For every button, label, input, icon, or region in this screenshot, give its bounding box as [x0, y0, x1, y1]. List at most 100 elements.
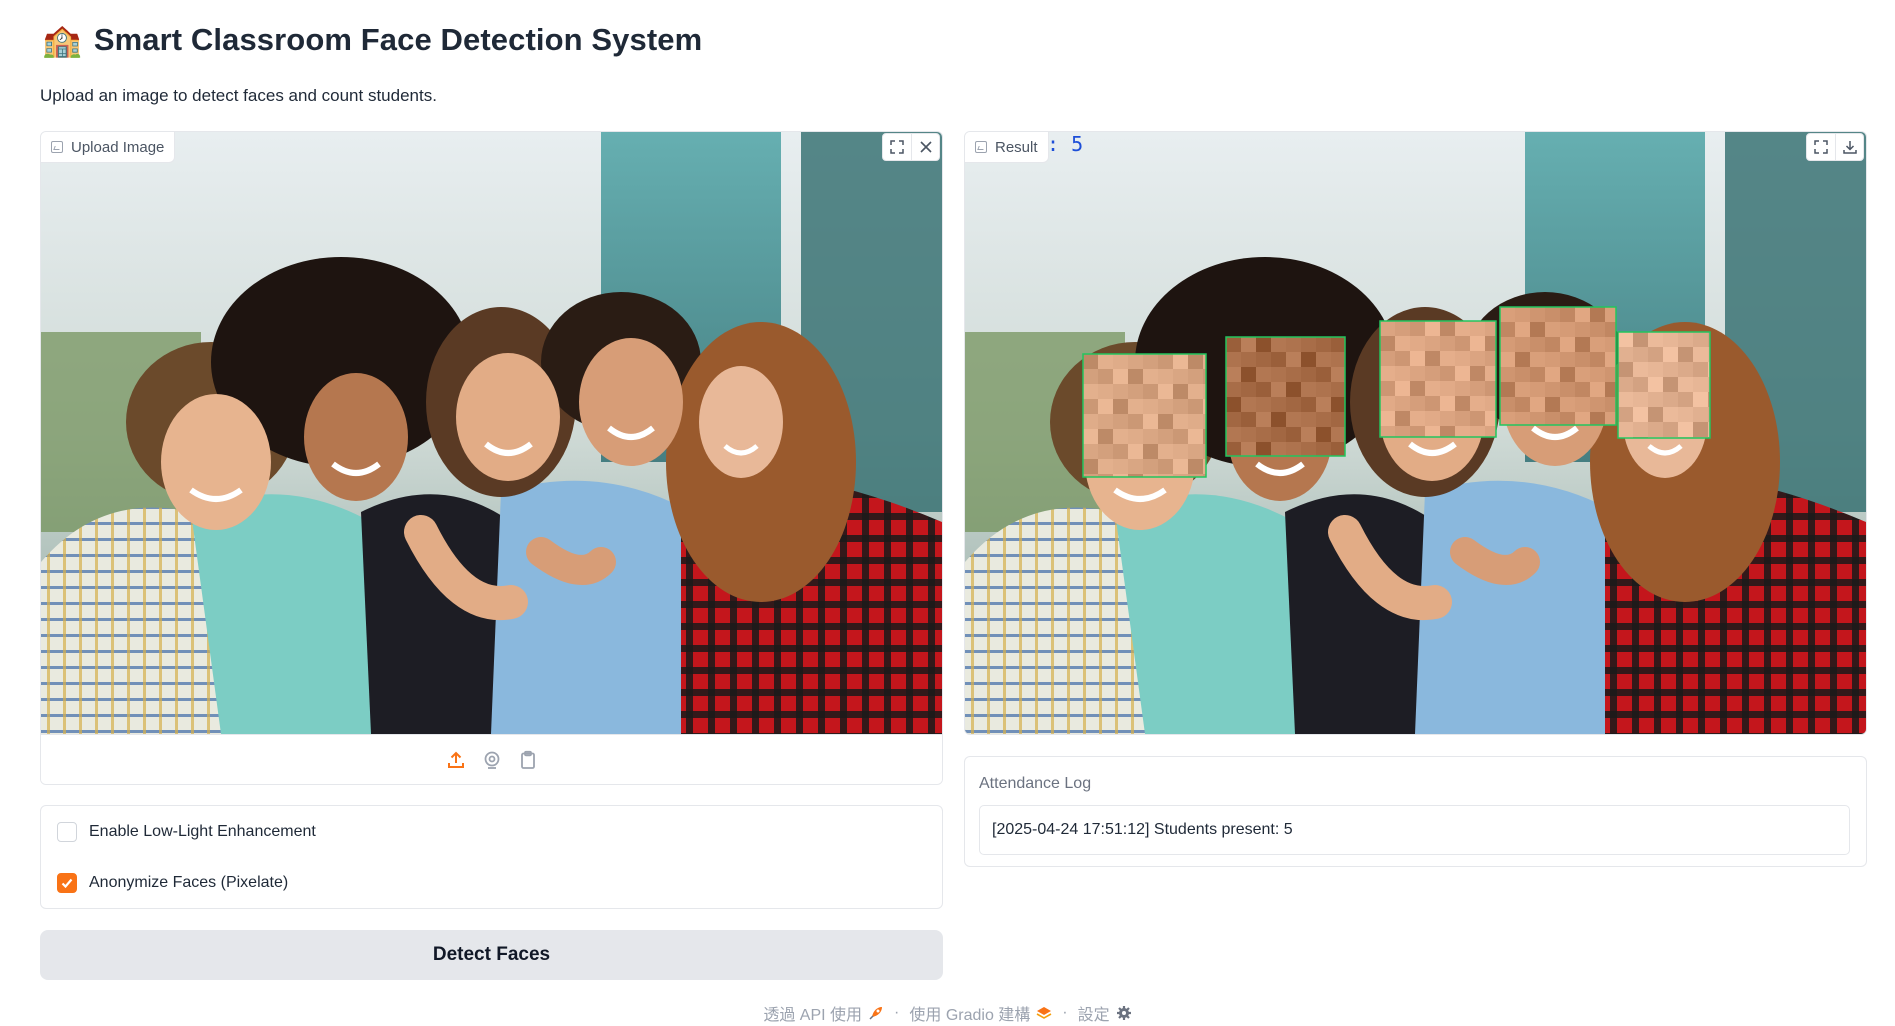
pixel-block	[1455, 336, 1470, 351]
pixel-block	[1663, 377, 1678, 392]
pixel-block	[1500, 412, 1515, 425]
pixel-block	[1455, 381, 1470, 396]
pixel-block	[1143, 459, 1158, 474]
pixel-block	[1470, 396, 1485, 411]
pixel-block	[1545, 382, 1560, 397]
pixel-block	[1188, 414, 1203, 429]
pixel-block	[1560, 337, 1575, 352]
pixel-block	[1380, 366, 1395, 381]
pixel-block	[1128, 444, 1143, 459]
settings-link[interactable]: 設定	[1078, 1001, 1132, 1025]
attendance-log-field[interactable]: [2025-04-24 17:51:12] Students present: …	[979, 805, 1850, 855]
pixel-block	[1648, 362, 1663, 377]
webcam-source-button[interactable]	[480, 748, 504, 772]
pixel-block	[1485, 381, 1496, 396]
pixel-block	[1605, 337, 1616, 352]
pixel-block	[1083, 399, 1098, 414]
pixel-block	[1241, 412, 1256, 427]
pixel-block	[1113, 459, 1128, 474]
upload-image-panel[interactable]: Upload Image	[40, 131, 943, 785]
low-light-label: Enable Low-Light Enhancement	[89, 823, 316, 840]
pixel-block	[1410, 336, 1425, 351]
pixel-block	[1678, 377, 1693, 392]
use-via-api-link[interactable]: 透過 API 使用	[763, 1001, 884, 1025]
pixel-block	[1226, 367, 1241, 382]
pixel-block	[1316, 412, 1331, 427]
pixel-block	[1470, 381, 1485, 396]
pixel-block	[1410, 426, 1425, 437]
attendance-log-panel: Attendance Log [2025-04-24 17:51:12] Stu…	[964, 756, 1867, 867]
image-icon	[975, 141, 987, 153]
download-icon	[1842, 141, 1857, 154]
fullscreen-icon	[1814, 140, 1828, 154]
pixel-block	[1633, 362, 1648, 377]
pixel-block	[1648, 407, 1663, 422]
pixel-block	[1605, 352, 1616, 367]
pixel-block	[1470, 411, 1485, 426]
pixel-block	[1440, 426, 1455, 437]
pixel-block	[1083, 429, 1098, 444]
pixel-block	[1605, 412, 1616, 425]
pixel-block	[1440, 336, 1455, 351]
pixel-block	[1128, 429, 1143, 444]
pixel-block	[1301, 442, 1316, 456]
fullscreen-button[interactable]	[883, 134, 911, 160]
pixel-block	[1590, 367, 1605, 382]
pixel-block	[1515, 307, 1530, 322]
pixel-block	[1128, 414, 1143, 429]
pixel-block	[1380, 336, 1395, 351]
pixel-block	[1470, 366, 1485, 381]
pixel-block	[1485, 366, 1496, 381]
pixel-block	[1485, 321, 1496, 336]
pixel-block	[1316, 397, 1331, 412]
pixel-block	[1605, 397, 1616, 412]
pixel-block	[1575, 322, 1590, 337]
pixel-block	[1648, 422, 1663, 437]
pixel-block	[1286, 367, 1301, 382]
pixel-block	[1663, 347, 1678, 362]
pixel-block	[1286, 397, 1301, 412]
pixel-block	[1500, 382, 1515, 397]
pixel-block	[1648, 377, 1663, 392]
detect-faces-button[interactable]: Detect Faces	[40, 930, 943, 980]
pixel-block	[1158, 414, 1173, 429]
pixel-block	[1316, 352, 1331, 367]
pixel-block	[1113, 369, 1128, 384]
pixel-block	[1286, 412, 1301, 427]
pixel-block	[1618, 422, 1633, 437]
pixel-block	[1271, 427, 1286, 442]
anonymize-checkbox[interactable]	[57, 873, 77, 893]
clipboard-source-button[interactable]	[516, 748, 540, 772]
pixel-block	[1188, 354, 1203, 369]
pixel-block	[1455, 426, 1470, 437]
pixel-block	[1678, 407, 1693, 422]
pixel-block	[1440, 366, 1455, 381]
fullscreen-button[interactable]	[1807, 134, 1835, 160]
upload-image-label: Upload Image	[41, 132, 176, 163]
pixel-block	[1530, 412, 1545, 425]
pixel-block	[1560, 322, 1575, 337]
upload-source-button[interactable]	[444, 748, 468, 772]
download-button[interactable]	[1835, 134, 1863, 160]
pixel-block	[1158, 429, 1173, 444]
app-header: 🏫 Smart Classroom Face Detection System	[42, 22, 702, 58]
pixel-block	[1226, 427, 1241, 442]
pixel-block	[1098, 369, 1113, 384]
built-with-gradio-link[interactable]: 使用 Gradio 建構	[909, 1001, 1052, 1025]
footer-separator: ·	[1062, 1004, 1068, 1021]
anonymize-option[interactable]: Anonymize Faces (Pixelate)	[57, 873, 288, 893]
pixel-block	[1678, 332, 1693, 347]
pixel-block	[1485, 396, 1496, 411]
pixel-block	[1590, 322, 1605, 337]
clear-image-button[interactable]	[911, 134, 939, 160]
pixel-block	[1301, 382, 1316, 397]
pixel-block	[1271, 337, 1286, 352]
pixel-block	[1425, 336, 1440, 351]
pixel-block	[1173, 429, 1188, 444]
low-light-option[interactable]: Enable Low-Light Enhancement	[57, 822, 316, 842]
pixel-block	[1083, 414, 1098, 429]
pixel-block	[1271, 412, 1286, 427]
pixel-block	[1425, 381, 1440, 396]
low-light-checkbox[interactable]	[57, 822, 77, 842]
pixel-block	[1173, 459, 1188, 474]
